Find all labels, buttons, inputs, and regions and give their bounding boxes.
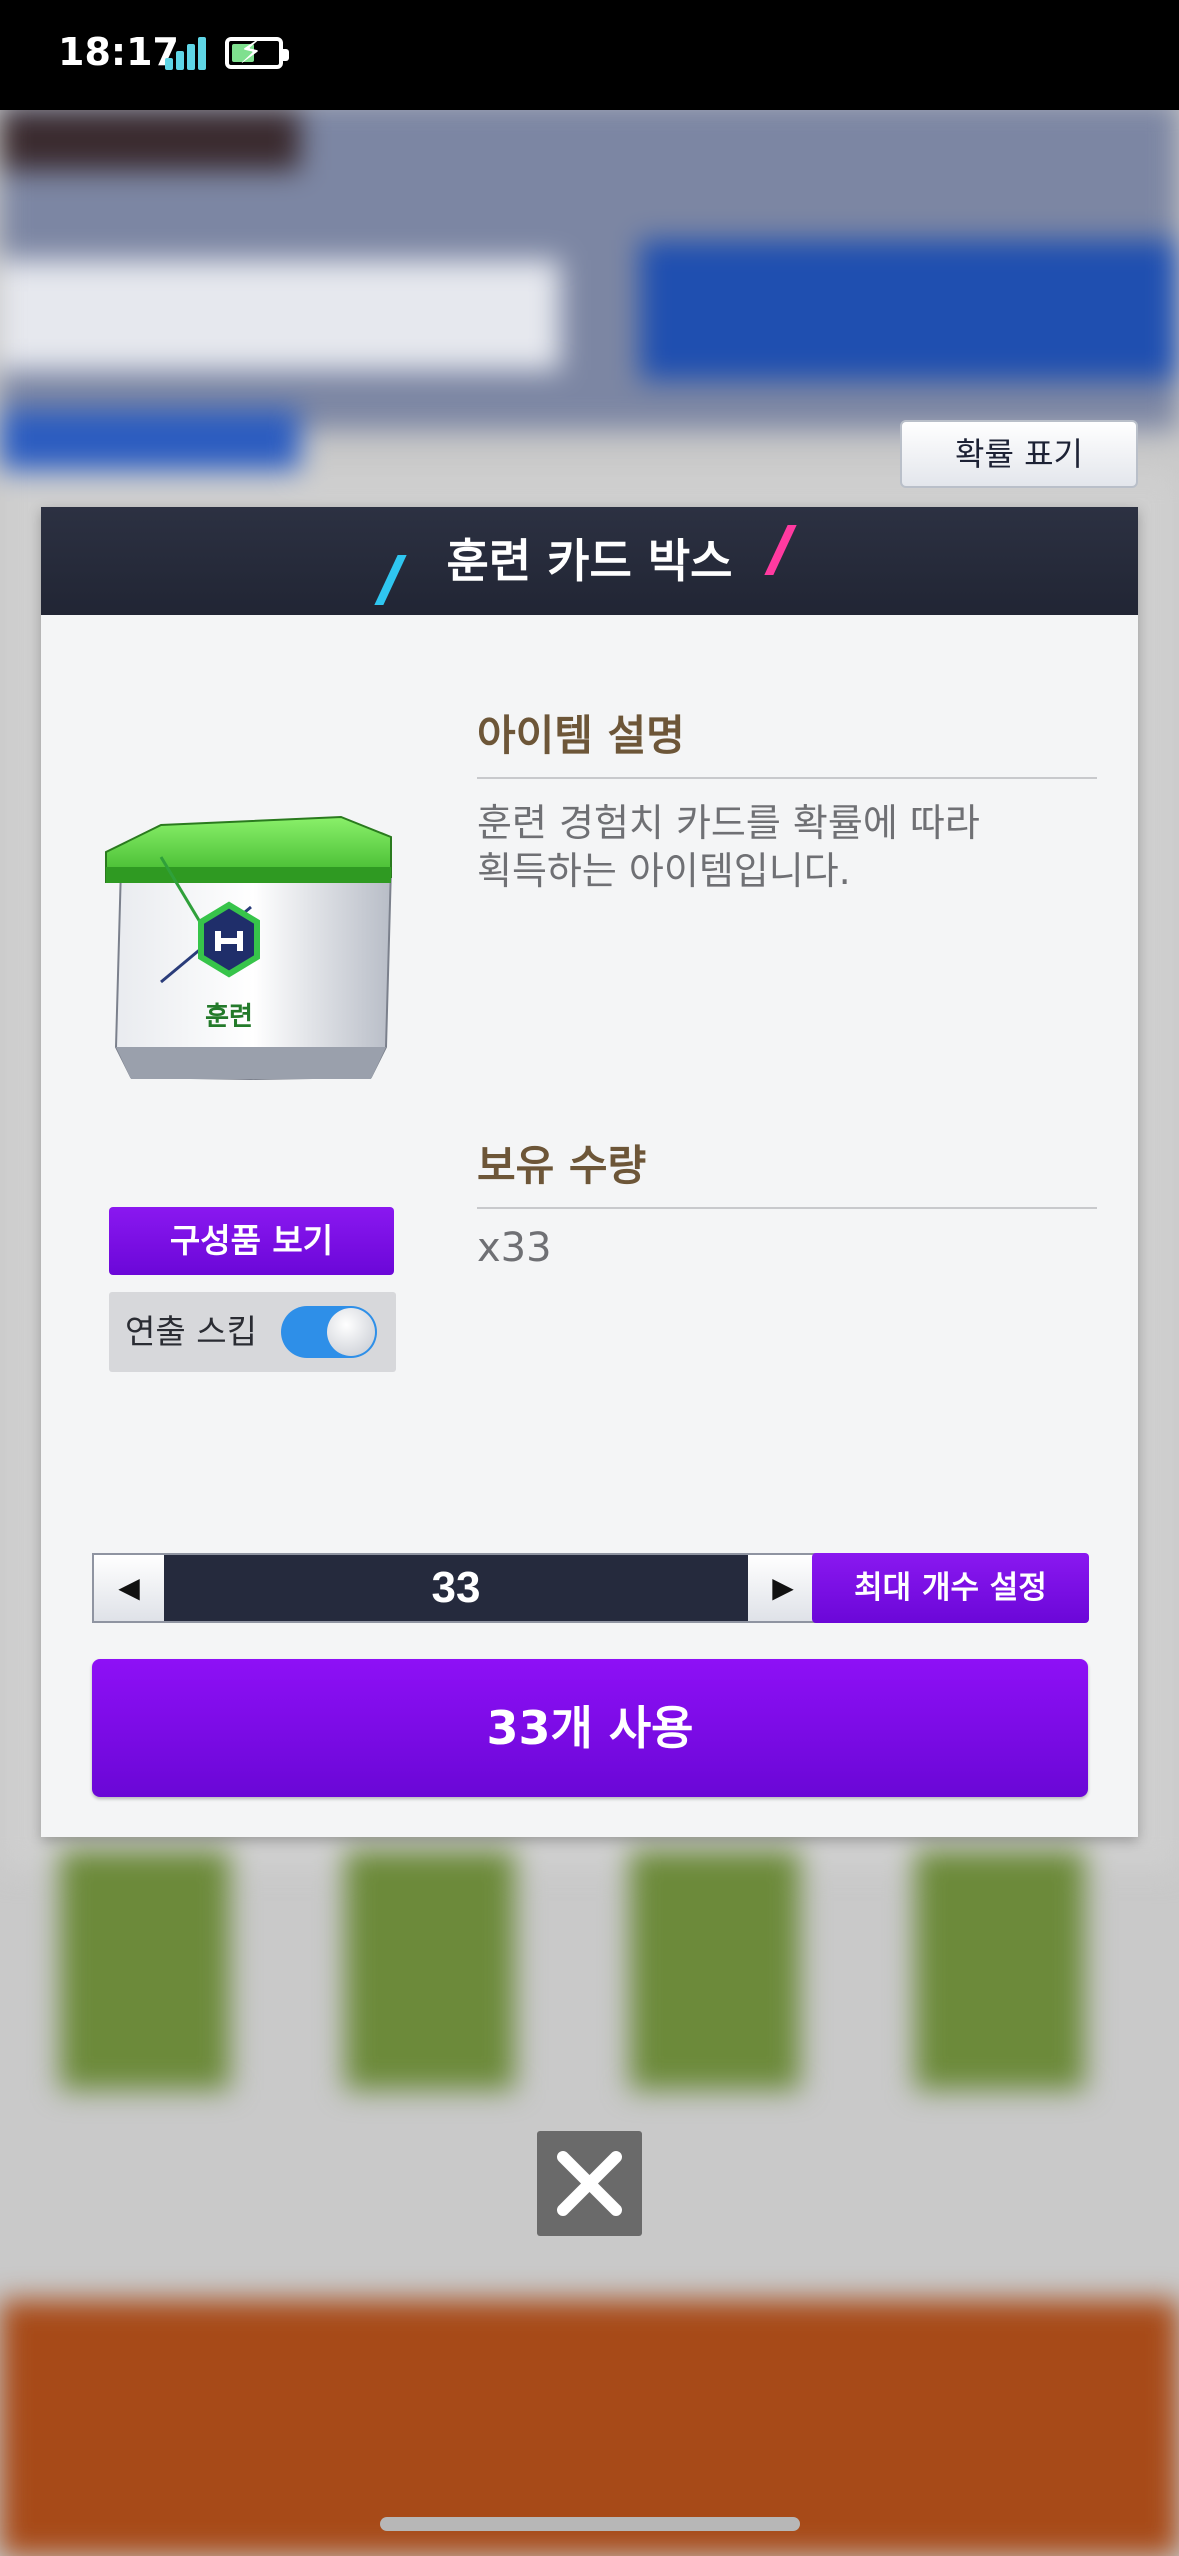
use-items-button[interactable]: 33개 사용: [92, 1659, 1088, 1797]
status-bar: 18:17 ⚡: [0, 0, 1179, 110]
signal-icon: [165, 36, 209, 70]
item-description-line: 훈련 경험치 카드를 확률에 따라: [477, 801, 980, 845]
decrease-quantity-button[interactable]: ◀: [94, 1555, 164, 1621]
home-indicator[interactable]: [380, 2517, 800, 2531]
skip-animation-setting: 연출 스킵: [109, 1292, 396, 1372]
triangle-right-icon: ▶: [772, 1571, 794, 1604]
dialog-header: 훈련 카드 박스: [41, 507, 1138, 615]
status-time: 18:17: [58, 30, 179, 74]
training-card-box-icon: 훈련: [105, 815, 393, 1081]
item-description-line: 획득하는 아이템입니다.: [477, 849, 851, 893]
svg-text:훈련: 훈련: [205, 1002, 253, 1032]
skip-animation-label: 연출 스킵: [125, 1312, 257, 1351]
owned-quantity-value: x33: [477, 1225, 552, 1271]
description-label: 아이템 설명: [477, 711, 685, 760]
set-max-quantity-button[interactable]: 최대 개수 설정: [812, 1553, 1089, 1623]
triangle-left-icon: ◀: [118, 1571, 140, 1604]
item-description: 훈련 경험치 카드를 확률에 따라 획득하는 아이템입니다.: [477, 799, 1097, 895]
quantity-stepper: ◀ 33 ▶: [92, 1553, 820, 1623]
dialog-title: 훈련 카드 박스: [446, 534, 733, 588]
toggle-knob: [327, 1308, 375, 1356]
description-divider: [477, 777, 1097, 779]
owned-quantity-divider: [477, 1207, 1097, 1209]
item-use-dialog: 훈련 카드 박스 훈련 아이템 설명 훈련 경험치 카드를 확률에 따라 획득하…: [41, 507, 1138, 1837]
close-button[interactable]: [537, 2131, 642, 2236]
skip-animation-toggle[interactable]: [281, 1306, 377, 1358]
increase-quantity-button[interactable]: ▶: [748, 1555, 818, 1621]
battery-charging-icon: ⚡: [225, 35, 289, 69]
quantity-value[interactable]: 33: [164, 1555, 748, 1621]
owned-quantity-label: 보유 수량: [477, 1141, 647, 1190]
close-icon: [557, 2151, 622, 2216]
probability-display-button[interactable]: 확률 표기: [900, 420, 1138, 488]
view-components-button[interactable]: 구성품 보기: [109, 1207, 394, 1275]
